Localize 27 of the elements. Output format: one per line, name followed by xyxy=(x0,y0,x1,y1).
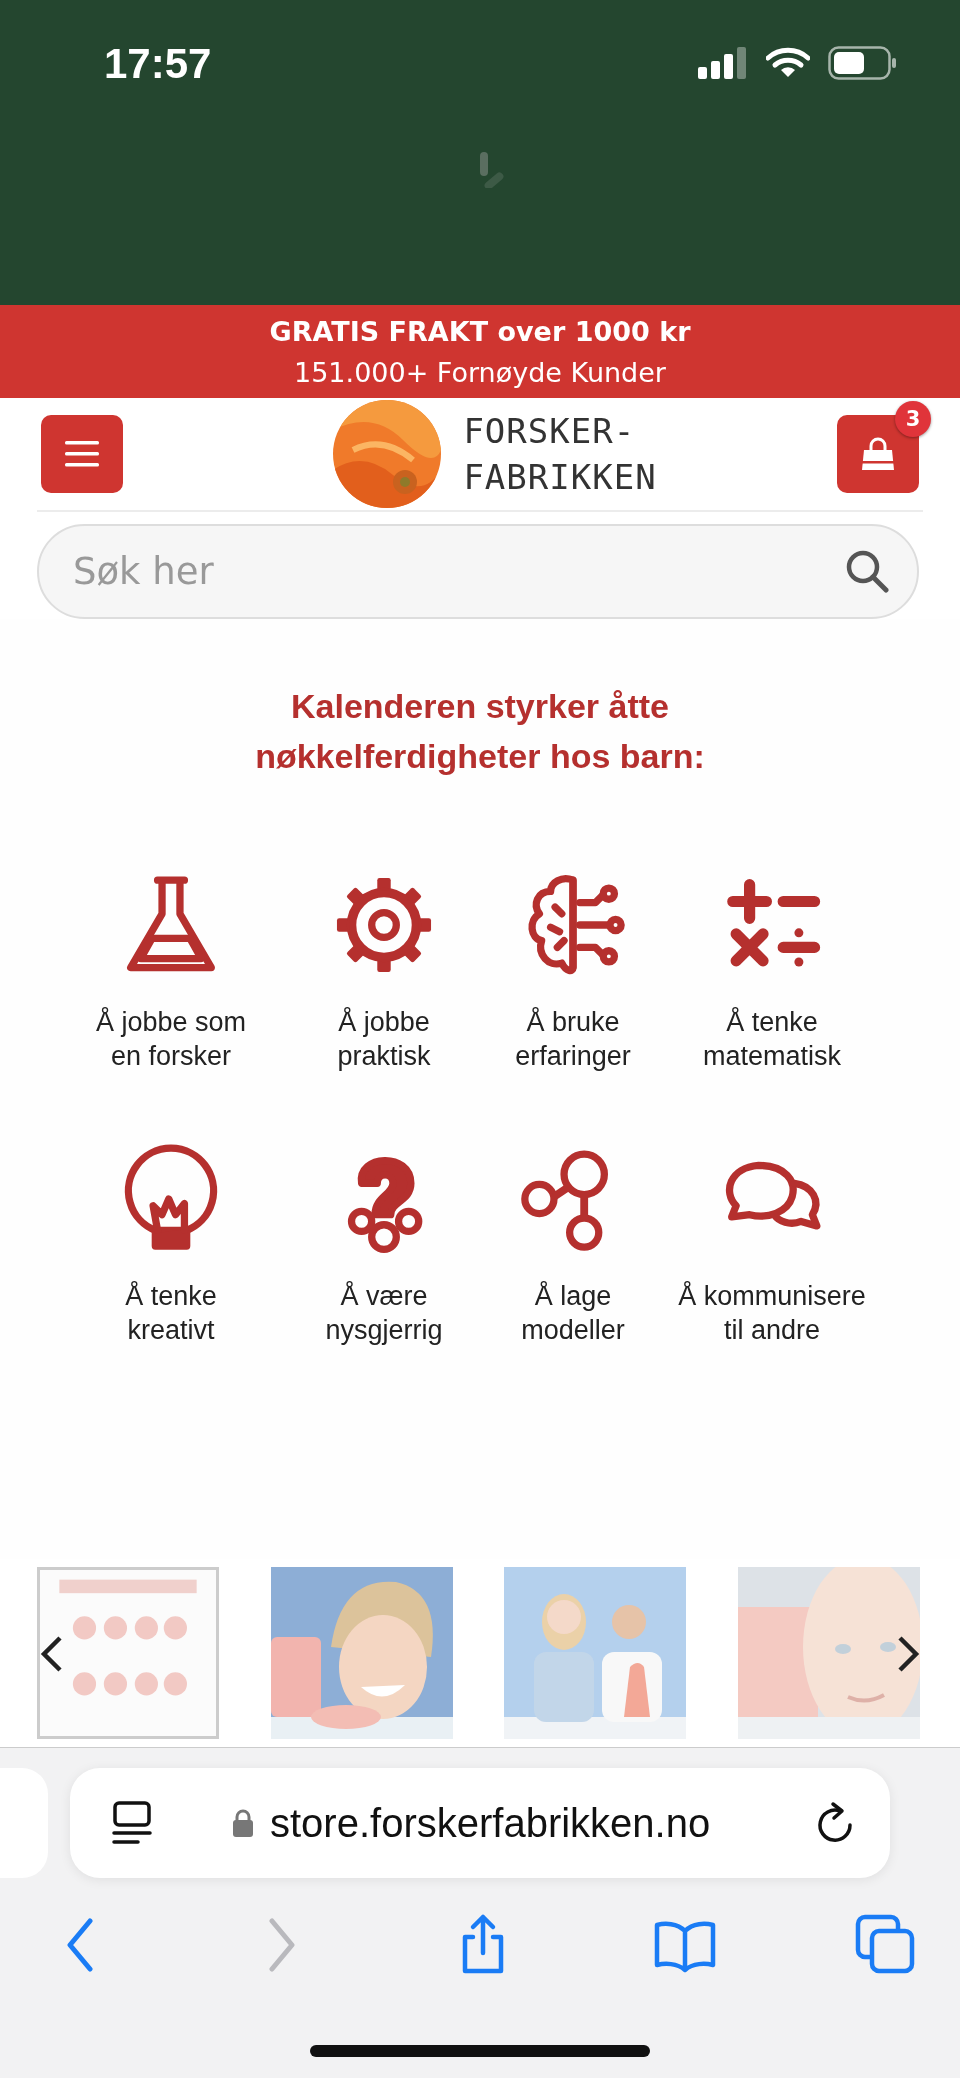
skill-label: Å jobbe som en forsker xyxy=(95,1006,247,1073)
reader-icon[interactable] xyxy=(112,1801,152,1845)
search-icon[interactable] xyxy=(845,549,889,593)
shipping-text: GRATIS FRAKT over 1000 kr xyxy=(269,315,691,347)
menu-icon xyxy=(65,441,99,467)
skill-label: Å kommunisere til andre xyxy=(678,1280,866,1347)
skill-label: Å lage modeller xyxy=(521,1280,625,1347)
skill-label: Å bruke erfaringer xyxy=(515,1006,631,1073)
logo-wordmark[interactable]: FORSKER- FABRIKKEN xyxy=(463,408,657,500)
signal-icon xyxy=(698,47,748,79)
search-field[interactable]: Søk her xyxy=(37,524,919,619)
address-bar[interactable]: store.forskerfabrikken.no xyxy=(70,1768,890,1878)
lock-icon xyxy=(232,1808,254,1838)
wifi-icon xyxy=(766,47,810,79)
customers-text: 151.000+ Fornøyde Kunder xyxy=(294,356,666,388)
skill-label: Å jobbe praktisk xyxy=(337,1006,431,1073)
skill-label: Å være nysgjerrig xyxy=(325,1280,443,1347)
cart-count-badge: 3 xyxy=(895,401,931,437)
url-text: store.forskerfabrikken.no xyxy=(270,1800,711,1846)
section-heading: Kalenderen styrker åtte nøkkelferdigheter hos barn: xyxy=(254,686,706,777)
back-icon xyxy=(67,1918,93,1972)
skill-label: Å tenke matematisk xyxy=(702,1006,841,1073)
menu-button[interactable] xyxy=(41,415,123,493)
forward-icon xyxy=(268,1918,295,1972)
clock-time: 17:57 xyxy=(104,40,212,88)
battery-icon xyxy=(828,46,896,80)
skill-label: Å tenke kreativt xyxy=(125,1280,217,1347)
